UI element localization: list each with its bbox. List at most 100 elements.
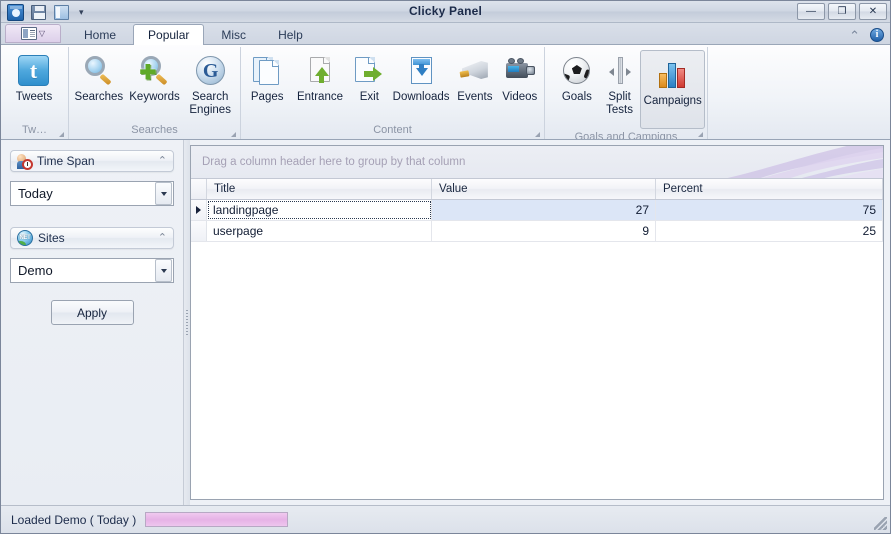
apply-button[interactable]: Apply (50, 300, 134, 325)
ribbon-button-label: Exit (359, 91, 379, 103)
chevron-up-icon[interactable]: ⌃ (158, 155, 167, 167)
bar-chart-icon (656, 58, 690, 92)
info-icon[interactable]: i (870, 28, 884, 42)
sites-globe-icon: NET (17, 230, 33, 246)
google-icon: G (193, 54, 227, 88)
column-header-title[interactable]: Title (207, 179, 432, 199)
cell-value[interactable]: 27 (432, 200, 656, 220)
close-button[interactable]: ✕ (859, 3, 887, 20)
ribbon-button-entrance[interactable]: Entrance (291, 50, 348, 105)
column-header-percent[interactable]: Percent (656, 179, 883, 199)
ribbon-button-search-engines[interactable]: G Search Engines (182, 50, 238, 118)
collapse-ribbon-icon[interactable]: ⌃ (849, 29, 860, 42)
minimize-button[interactable]: — (797, 3, 825, 20)
ribbon-button-tweets[interactable]: t Tweets (3, 50, 65, 105)
table-row[interactable]: userpage 9 25 (191, 221, 883, 242)
ribbon-button-label: Keywords (129, 91, 180, 103)
ribbon-button-videos[interactable]: Videos (498, 50, 542, 105)
tab-help[interactable]: Help (263, 24, 318, 44)
ribbon-button-label: Downloads (392, 91, 450, 103)
progress-bar (145, 512, 289, 527)
cell-title[interactable]: userpage (207, 221, 432, 241)
row-indicator (191, 221, 207, 241)
splitter-grip-icon (186, 309, 188, 336)
ribbon-button-downloads[interactable]: Downloads (390, 50, 452, 105)
dialog-launcher-icon[interactable] (231, 132, 236, 137)
dialog-launcher-icon[interactable] (535, 132, 540, 137)
pages-icon (250, 54, 284, 88)
application-window: ▾ Clicky Panel — ❐ ✕ ▽ Home Popular Misc… (0, 0, 891, 534)
ribbon-group-tweets: t Tweets Tw… (1, 47, 69, 139)
ribbon-group-title: Content (373, 124, 412, 136)
ribbon-button-label: Tweets (15, 91, 53, 103)
ribbon-button-label: Entrance (296, 91, 343, 103)
ribbon-button-label: Goals (561, 91, 592, 103)
ribbon-group-label: Goals and Campigns (547, 129, 705, 139)
cell-percent[interactable]: 25 (656, 221, 883, 241)
entrance-arrow-icon (303, 54, 337, 88)
cell-title[interactable]: landingpage (207, 200, 432, 220)
cell-percent[interactable]: 75 (656, 200, 883, 220)
ribbon-button-label: Pages (250, 91, 284, 103)
sidebar-section-label: Sites (38, 231, 65, 245)
ribbon: t Tweets Tw… Searches ✚ Keywords G Searc… (1, 45, 890, 140)
ribbon-tab-strip: ▽ Home Popular Misc Help ⌃ i (1, 23, 890, 45)
ribbon-button-split-tests[interactable]: Split Tests (599, 50, 641, 118)
ribbon-button-searches[interactable]: Searches (71, 50, 127, 105)
apply-button-wrap: Apply (10, 300, 174, 325)
sites-combo[interactable]: Demo (10, 258, 174, 283)
dialog-launcher-icon[interactable] (698, 132, 703, 137)
download-icon (404, 54, 438, 88)
table-row[interactable]: landingpage 27 75 (191, 200, 883, 221)
maximize-button[interactable]: ❐ (828, 3, 856, 20)
sidebar-section-sites[interactable]: NET Sites ⌃ (10, 227, 174, 249)
ribbon-button-campaigns[interactable]: Campaigns (640, 50, 706, 129)
tab-home[interactable]: Home (69, 24, 131, 44)
chevron-down-icon[interactable] (155, 259, 172, 282)
cell-value[interactable]: 9 (432, 221, 656, 241)
ribbon-button-pages[interactable]: Pages (243, 50, 291, 105)
window-controls: — ❐ ✕ (797, 3, 887, 20)
grid-empty-area (191, 242, 883, 499)
grid-indicator-header (191, 179, 207, 199)
tab-misc[interactable]: Misc (206, 24, 261, 44)
ribbon-button-label: Campaigns (643, 95, 702, 107)
ribbon-group-title: Tw… (21, 124, 48, 136)
chevron-down-icon[interactable] (155, 182, 172, 205)
group-by-panel[interactable]: Drag a column header here to group by th… (191, 146, 883, 179)
status-text: Loaded Demo ( Today ) (11, 512, 137, 527)
current-row-arrow-icon (196, 206, 201, 214)
resize-grip-icon[interactable] (874, 517, 887, 530)
grid-header-row: Title Value Percent (191, 179, 883, 200)
main-body: Time Span ⌃ Today NET Sites ⌃ Demo Apply (1, 140, 890, 505)
panel-layout-icon (20, 27, 37, 40)
time-span-combo[interactable]: Today (10, 181, 174, 206)
tab-popular[interactable]: Popular (133, 24, 205, 45)
dialog-launcher-icon[interactable] (59, 132, 64, 137)
time-span-value: Today (18, 186, 53, 201)
ribbon-button-label: Events (457, 91, 493, 103)
sidebar-section-time-span[interactable]: Time Span ⌃ (10, 150, 174, 172)
split-test-icon (603, 54, 637, 88)
soccer-ball-icon (560, 54, 594, 88)
ribbon-button-keywords[interactable]: ✚ Keywords (127, 50, 183, 105)
column-header-value[interactable]: Value (432, 179, 656, 199)
ribbon-button-exit[interactable]: Exit (349, 50, 390, 105)
ribbon-button-label: Search Engines (189, 91, 231, 116)
time-span-icon (17, 153, 33, 170)
chevron-up-icon[interactable]: ⌃ (158, 232, 167, 244)
magnifier-plus-icon: ✚ (138, 54, 172, 88)
ribbon-button-label: Searches (74, 91, 124, 103)
window-title: Clicky Panel (408, 4, 483, 18)
exit-arrow-icon (352, 54, 386, 88)
sidebar-splitter[interactable] (184, 140, 190, 505)
decorative-swoosh (727, 146, 883, 178)
ribbon-button-goals[interactable]: Goals (555, 50, 599, 105)
ribbon-group-label: Searches (71, 122, 238, 139)
ribbon-button-label: Split Tests (606, 91, 633, 116)
application-menu-button[interactable]: ▽ (5, 24, 61, 43)
ribbon-group-label: Content (243, 122, 542, 139)
ribbon-group-label: Tw… (3, 122, 66, 139)
ribbon-button-events[interactable]: Events (452, 50, 497, 105)
magnifier-icon (82, 54, 116, 88)
